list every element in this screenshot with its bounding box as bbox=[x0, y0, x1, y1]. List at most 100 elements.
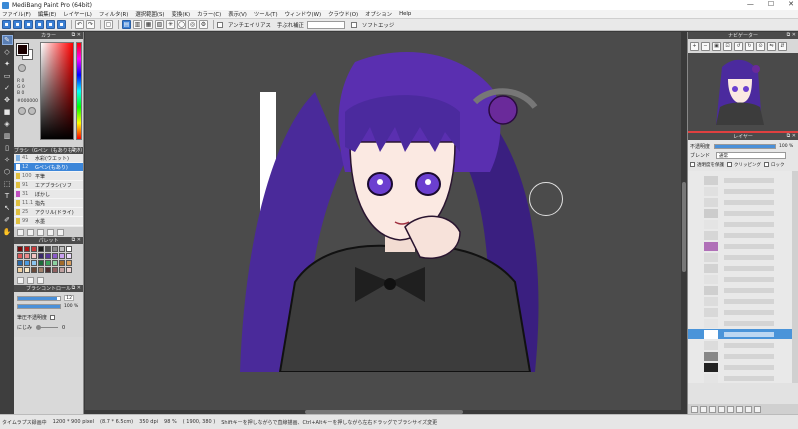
palette-swatch[interactable] bbox=[17, 246, 23, 252]
layer-row[interactable] bbox=[688, 318, 792, 328]
menu-edit[interactable]: 編集(E) bbox=[38, 10, 56, 18]
palette-swatch[interactable] bbox=[52, 253, 58, 259]
layer-row[interactable] bbox=[688, 373, 792, 383]
layer-row[interactable] bbox=[688, 362, 792, 372]
menu-options[interactable]: オプション bbox=[365, 10, 392, 18]
menu-window[interactable]: ウィンドウ(W) bbox=[285, 10, 322, 18]
brush-add-icon[interactable] bbox=[27, 228, 34, 236]
cloud-icon[interactable]: ▪ bbox=[35, 20, 44, 29]
soft-edge-checkbox[interactable] bbox=[350, 21, 357, 28]
clear-layer-icon[interactable] bbox=[736, 405, 743, 413]
dot-tool-icon[interactable]: ✦ bbox=[2, 59, 13, 69]
blend-mode-select[interactable]: 通常 bbox=[716, 152, 787, 159]
layer-row[interactable] bbox=[688, 175, 792, 185]
palette-swatch[interactable] bbox=[59, 246, 65, 252]
panel-detach-icon[interactable]: ⧉ ✕ bbox=[787, 133, 796, 139]
gradient-tool-icon[interactable]: ▥ bbox=[2, 131, 13, 141]
menu-file[interactable]: ファイル(F) bbox=[2, 10, 31, 18]
delete-layer-icon[interactable] bbox=[745, 405, 752, 413]
panel-detach-icon[interactable]: ⧉ ✕ bbox=[72, 285, 81, 291]
rotate-left-icon[interactable]: ↺ bbox=[734, 41, 743, 51]
palette-swatch[interactable] bbox=[17, 267, 23, 273]
redo-icon[interactable]: ↷ bbox=[86, 20, 95, 29]
brush-item[interactable]: 31 ぼかし bbox=[14, 190, 83, 199]
palette-swatch[interactable] bbox=[17, 260, 23, 266]
brush-folder-icon[interactable] bbox=[47, 228, 54, 236]
palette-swatch[interactable] bbox=[52, 267, 58, 273]
transparent-swatch[interactable] bbox=[18, 64, 26, 72]
palette-swatch[interactable] bbox=[66, 267, 72, 273]
palette-swatch[interactable] bbox=[66, 260, 72, 266]
duplicate-layer-icon[interactable] bbox=[709, 405, 716, 413]
brush-size-value[interactable]: 12 bbox=[64, 295, 74, 301]
share-icon[interactable]: ▪ bbox=[46, 20, 55, 29]
layer-list-scrollbar[interactable] bbox=[792, 171, 798, 383]
actual-size-icon[interactable]: ⊡ bbox=[723, 41, 732, 51]
palette-swatch[interactable] bbox=[24, 260, 30, 266]
snap-parallel-icon[interactable]: ▥ bbox=[133, 20, 142, 29]
palette-swatch[interactable] bbox=[38, 246, 44, 252]
palette-swatch[interactable] bbox=[31, 260, 37, 266]
brush-item[interactable]: 12 Gペン(もあり) bbox=[14, 163, 83, 172]
magic-wand-icon[interactable]: ✧ bbox=[2, 155, 13, 165]
rotate-right-icon[interactable]: ↻ bbox=[745, 41, 754, 51]
brush-item[interactable]: 99 水墨 bbox=[14, 217, 83, 226]
divide-tool-icon[interactable]: ⬚ bbox=[2, 179, 13, 189]
foreground-color-swatch[interactable] bbox=[16, 43, 29, 56]
eraser-tool-icon[interactable]: ◇ bbox=[2, 47, 13, 57]
flip-vertical-icon[interactable]: ⇵ bbox=[778, 41, 787, 51]
menu-filter[interactable]: フィルタ(R) bbox=[99, 10, 128, 18]
fg-bg-swatches[interactable] bbox=[16, 43, 33, 60]
palette-swatch[interactable] bbox=[31, 246, 37, 252]
menu-help[interactable]: Help bbox=[399, 11, 411, 17]
palette-swatch[interactable] bbox=[52, 260, 58, 266]
minimize-button[interactable]: — bbox=[747, 0, 754, 8]
layer-row[interactable] bbox=[688, 340, 792, 350]
palette-swatch[interactable] bbox=[45, 246, 51, 252]
layer-row[interactable] bbox=[688, 329, 792, 339]
artwork-illustration[interactable] bbox=[235, 52, 575, 372]
palette-swatch[interactable] bbox=[31, 267, 37, 273]
snap-curve-icon[interactable]: ◎ bbox=[188, 20, 197, 29]
palette-swatch[interactable] bbox=[17, 253, 23, 259]
snap-off-icon[interactable]: ▤ bbox=[122, 20, 131, 29]
palette-swatch[interactable] bbox=[45, 260, 51, 266]
color-history-icon[interactable] bbox=[18, 107, 26, 115]
undo-icon[interactable]: ↶ bbox=[75, 20, 84, 29]
lock-checkbox[interactable] bbox=[764, 162, 769, 167]
text-tool-icon[interactable]: T bbox=[2, 191, 13, 201]
new-layer-icon[interactable] bbox=[691, 405, 698, 413]
layer-row[interactable] bbox=[688, 241, 792, 251]
brush-tool-icon[interactable]: ✎ bbox=[1, 35, 13, 45]
palette-swatch[interactable] bbox=[31, 253, 37, 259]
brush-item[interactable]: 91 エアブラシ(ソフ bbox=[14, 181, 83, 190]
layer-row[interactable] bbox=[688, 296, 792, 306]
stabilizer-select[interactable] bbox=[306, 20, 345, 29]
layer-row[interactable] bbox=[688, 307, 792, 317]
layer-row[interactable] bbox=[688, 263, 792, 273]
protect-alpha-checkbox[interactable] bbox=[690, 162, 695, 167]
layer-row[interactable] bbox=[688, 351, 792, 361]
brush-size-slider[interactable] bbox=[17, 295, 61, 301]
close-button[interactable]: ✕ bbox=[788, 0, 794, 8]
panel-detach-icon[interactable]: ⧉ ✕ bbox=[72, 147, 81, 153]
save-icon[interactable]: ▪ bbox=[24, 20, 33, 29]
layer-row[interactable] bbox=[688, 208, 792, 218]
brush-item[interactable]: 41 水彩(ウエット) bbox=[14, 154, 83, 163]
brush-item[interactable]: 100 平筆 bbox=[14, 172, 83, 181]
navigator-preview[interactable] bbox=[688, 53, 798, 131]
brush-delete-icon[interactable] bbox=[57, 228, 64, 236]
snap-circle-icon[interactable]: ◯ bbox=[177, 20, 186, 29]
move-tool-icon[interactable]: ✥ bbox=[2, 95, 13, 105]
menu-color[interactable]: カラー(C) bbox=[197, 10, 221, 18]
fill-rect-tool-icon[interactable]: ■ bbox=[2, 107, 13, 117]
layer-settings-icon[interactable] bbox=[754, 405, 761, 413]
select-eraser-icon[interactable]: ⬡ bbox=[2, 167, 13, 177]
palette-add-icon[interactable] bbox=[17, 276, 24, 284]
palette-swatch[interactable] bbox=[59, 267, 65, 273]
selection-tool-icon[interactable]: ▭ bbox=[2, 71, 13, 81]
layer-folder-icon[interactable] bbox=[718, 405, 725, 413]
snap-radial-icon[interactable]: ✳ bbox=[166, 20, 175, 29]
fit-window-icon[interactable]: ▣ bbox=[712, 41, 721, 51]
palette-swatch[interactable] bbox=[59, 260, 65, 266]
